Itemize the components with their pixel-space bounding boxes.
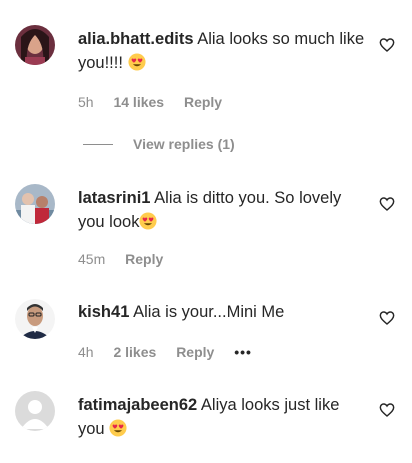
reply-button[interactable]: Reply xyxy=(184,94,222,110)
heart-outline-icon xyxy=(379,403,395,417)
heart-eyes-emoji-icon xyxy=(139,212,158,230)
avatar[interactable] xyxy=(15,184,55,224)
like-button[interactable] xyxy=(379,196,395,212)
comment-meta: 4h 2 likes Reply ••• xyxy=(78,344,268,360)
view-replies-label: View replies (1) xyxy=(133,136,235,152)
view-replies-button[interactable]: View replies (1) xyxy=(83,136,235,152)
comment-time: 4h xyxy=(78,344,94,360)
comment-text: alia.bhatt.edits Alia looks so much like… xyxy=(78,27,368,75)
like-button[interactable] xyxy=(379,310,395,326)
comment-meta: 5h 14 likes Reply xyxy=(78,94,238,110)
likes-count[interactable]: 14 likes xyxy=(113,94,164,110)
comment-username[interactable]: kish41 xyxy=(78,303,129,321)
comment-username[interactable]: alia.bhatt.edits xyxy=(78,30,194,48)
comment-body: Alia is your...Mini Me xyxy=(133,303,285,321)
like-button[interactable] xyxy=(379,402,395,418)
avatar[interactable] xyxy=(15,25,55,65)
heart-outline-icon xyxy=(379,38,395,52)
comment-text: fatimajabeen62 Aliya looks just like you xyxy=(78,393,368,441)
comment-username[interactable]: fatimajabeen62 xyxy=(78,396,197,414)
reply-button[interactable]: Reply xyxy=(125,251,163,267)
comment-username[interactable]: latasrini1 xyxy=(78,189,150,207)
more-options-icon[interactable]: ••• xyxy=(234,344,252,360)
comment-text: kish41 Alia is your...Mini Me xyxy=(78,300,368,324)
comment-meta: 45m Reply xyxy=(78,251,179,267)
heart-outline-icon xyxy=(379,197,395,211)
comment-time: 45m xyxy=(78,251,106,267)
avatar[interactable] xyxy=(15,391,55,431)
likes-count[interactable]: 2 likes xyxy=(113,344,156,360)
divider xyxy=(83,143,113,145)
heart-outline-icon xyxy=(379,311,395,325)
comment-text: latasrini1 Alia is ditto you. So lovely … xyxy=(78,186,368,234)
heart-eyes-emoji-icon xyxy=(127,53,146,71)
like-button[interactable] xyxy=(379,37,395,53)
reply-button[interactable]: Reply xyxy=(176,344,214,360)
heart-eyes-emoji-icon xyxy=(109,419,127,437)
comment-time: 5h xyxy=(78,94,94,110)
avatar[interactable] xyxy=(15,299,55,339)
